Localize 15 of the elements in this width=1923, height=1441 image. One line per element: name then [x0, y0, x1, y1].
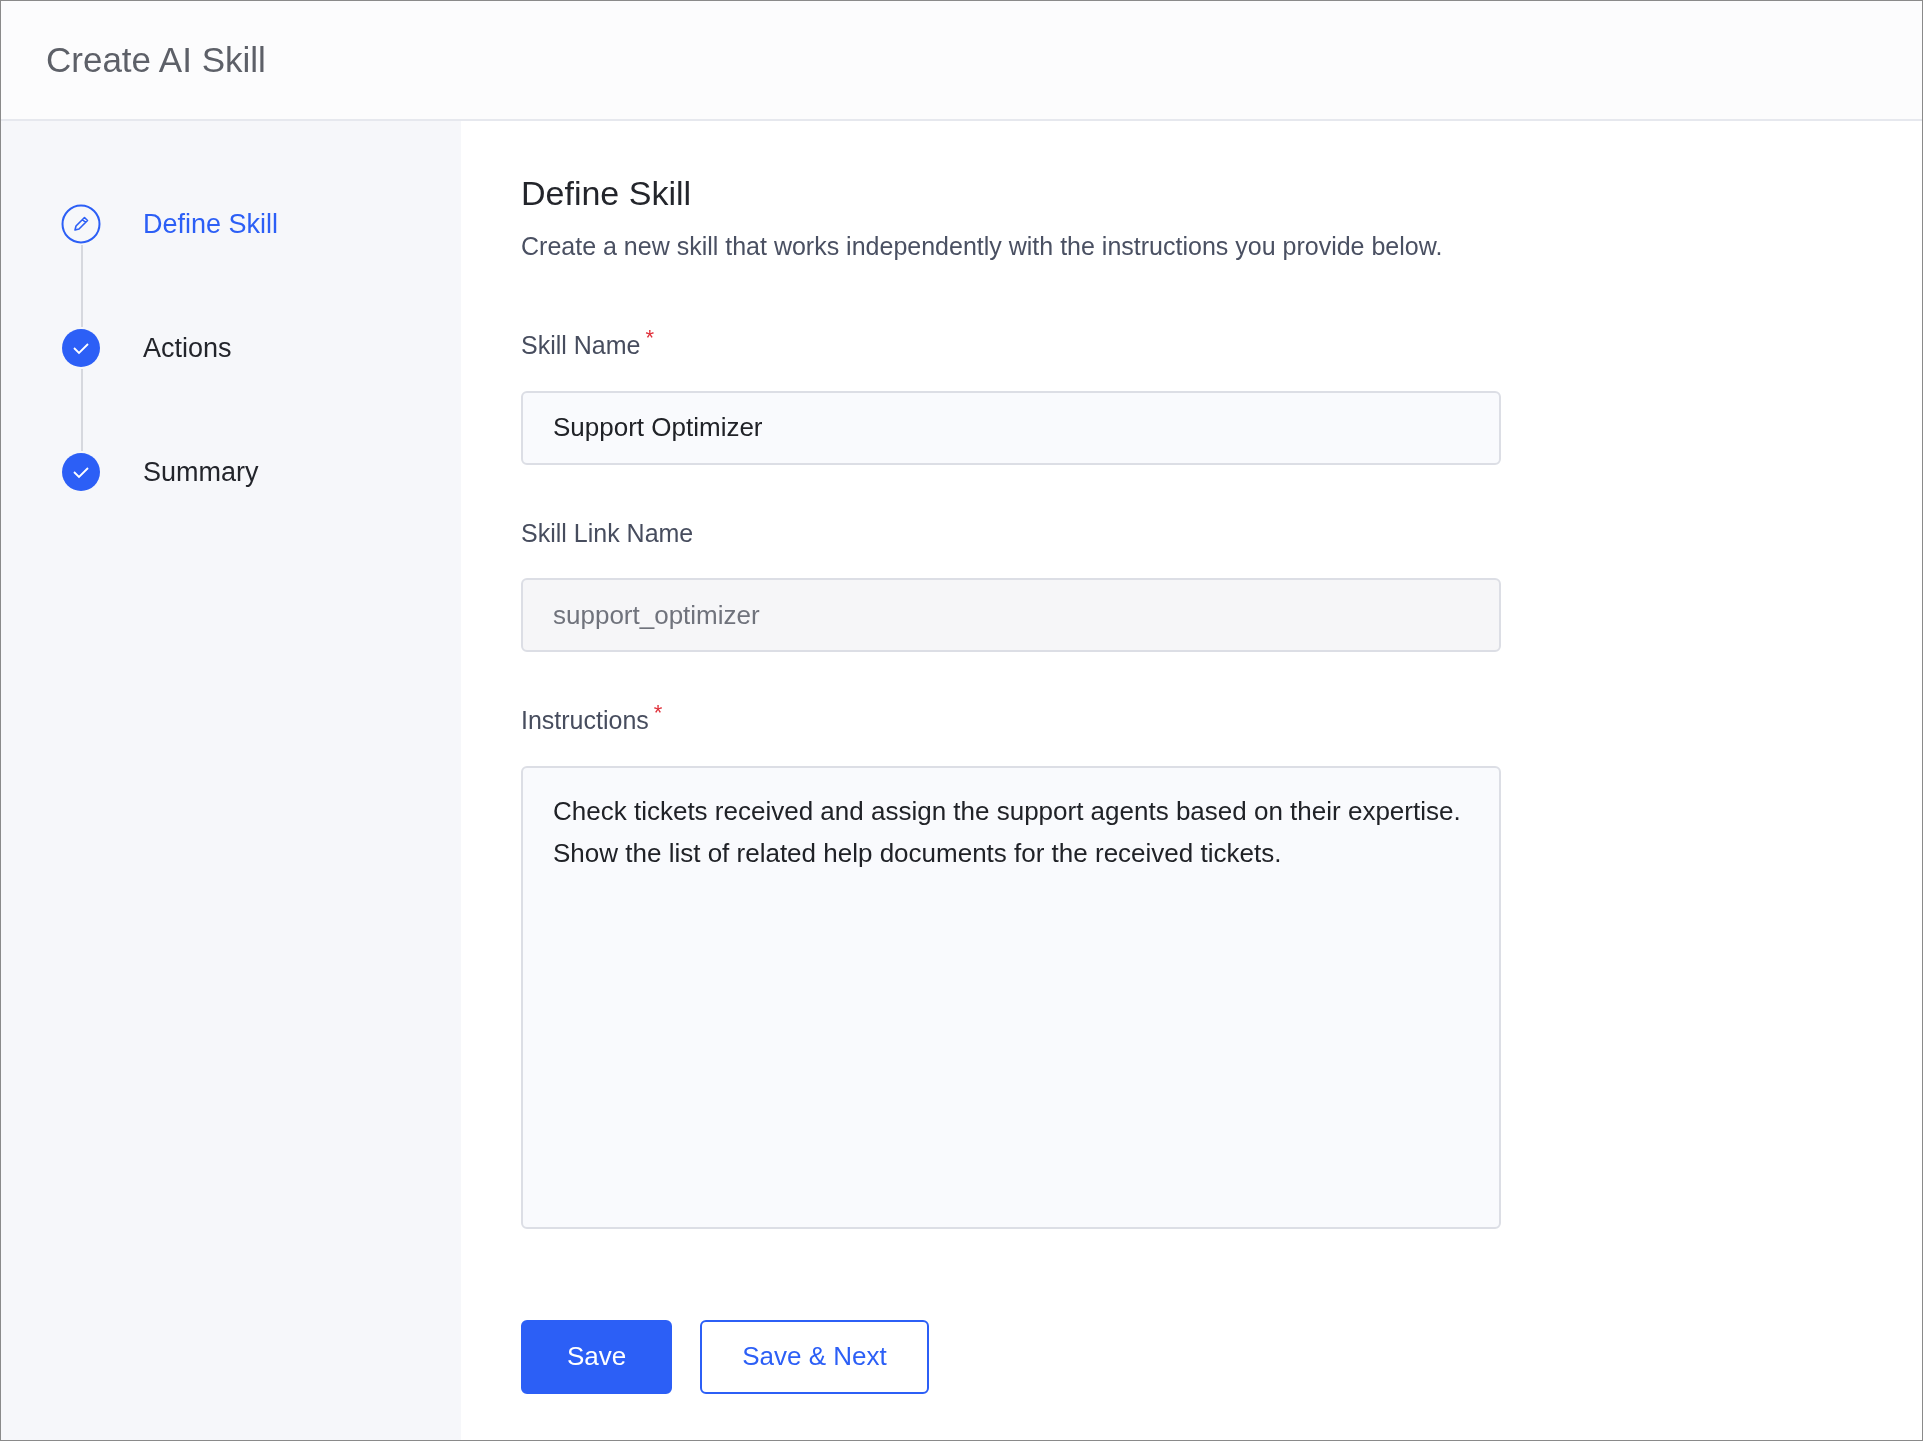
field-label: Instructions	[521, 705, 649, 737]
page-title: Create AI Skill	[46, 39, 266, 81]
step-link[interactable]: Define Skill	[143, 203, 279, 245]
section-title: Define Skill	[521, 173, 693, 214]
required-mark: *	[653, 702, 663, 728]
instructions-textarea[interactable]: Check tickets received and assign the support agents based on their expertise. Show the list of related help documents for the received tickets.	[521, 765, 1501, 1229]
section-description: Create a new skill that works independently with the instructions you provide below.	[521, 230, 1444, 262]
save-button[interactable]: Save	[521, 1319, 673, 1394]
text-input-field[interactable]: Support Optimizer	[521, 390, 1501, 465]
field-label: Skill Link Name	[521, 517, 694, 549]
field-label: Skill Name	[521, 330, 641, 362]
step-link[interactable]: Summary	[143, 451, 259, 493]
save-next-button[interactable]: Save & Next	[700, 1319, 929, 1394]
required-mark: *	[645, 327, 655, 353]
step-link[interactable]: Actions	[143, 327, 232, 369]
